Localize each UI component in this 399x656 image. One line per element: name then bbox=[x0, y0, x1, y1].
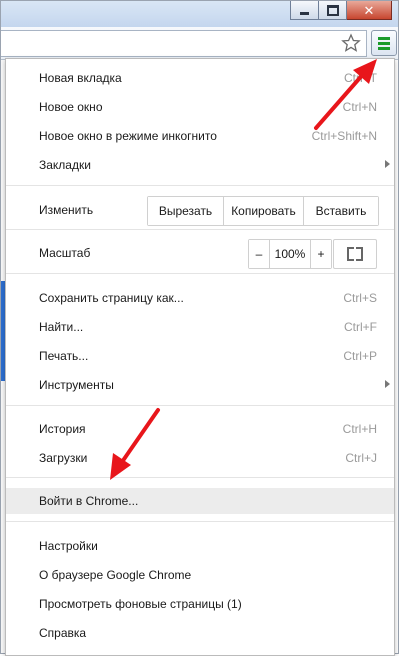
zoom-level: 100% bbox=[269, 240, 310, 268]
menu-item-sign-in[interactable]: Войти в Chrome... bbox=[6, 488, 394, 514]
edit-button-group: Вырезать Копировать Вставить bbox=[147, 196, 379, 226]
menu-item-label: История bbox=[39, 422, 86, 436]
menu-item-label: Новая вкладка bbox=[39, 71, 122, 85]
hamburger-menu-icon-line bbox=[378, 41, 390, 45]
hamburger-menu-icon-line bbox=[378, 46, 390, 50]
menu-separator bbox=[6, 477, 394, 478]
menu-item-shortcut: Ctrl+J bbox=[345, 451, 377, 465]
menu-item-label: Инструменты bbox=[39, 378, 114, 392]
menu-item-shortcut: Ctrl+T bbox=[344, 71, 377, 85]
menu-item-label: Печать... bbox=[39, 349, 89, 363]
menu-item-downloads[interactable]: Загрузки Ctrl+J bbox=[6, 445, 394, 471]
menu-item-label: Изменить bbox=[39, 203, 94, 217]
zoom-out-button[interactable]: – bbox=[249, 240, 269, 268]
menu-item-help[interactable]: Справка bbox=[6, 620, 394, 646]
menu-item-label: Найти... bbox=[39, 320, 84, 334]
menu-item-label: Настройки bbox=[39, 539, 98, 553]
menu-separator bbox=[6, 229, 394, 230]
menu-item-shortcut: Ctrl+H bbox=[342, 422, 377, 436]
copy-button[interactable]: Копировать bbox=[223, 197, 303, 225]
menu-item-find[interactable]: Найти... Ctrl+F bbox=[6, 314, 394, 340]
hamburger-menu-icon bbox=[378, 36, 390, 40]
minimize-button[interactable] bbox=[290, 1, 319, 20]
close-icon: ✕ bbox=[363, 2, 375, 18]
zoom-controls: – 100% + bbox=[248, 239, 332, 269]
chrome-menu-button[interactable] bbox=[371, 30, 397, 56]
paste-button[interactable]: Вставить bbox=[303, 197, 378, 225]
menu-item-about[interactable]: О браузере Google Chrome bbox=[6, 562, 394, 588]
menu-item-bookmarks[interactable]: Закладки bbox=[6, 152, 394, 178]
menu-separator bbox=[6, 405, 394, 406]
maximize-icon bbox=[326, 4, 339, 16]
menu-item-label: Закладки bbox=[39, 158, 91, 172]
browser-toolbar bbox=[1, 27, 398, 60]
maximize-button[interactable] bbox=[319, 1, 347, 20]
menu-item-incognito[interactable]: Новое окно в режиме инкогнито Ctrl+Shift… bbox=[6, 123, 394, 149]
menu-item-label: Войти в Chrome... bbox=[39, 494, 139, 508]
menu-item-label: Справка bbox=[39, 626, 87, 640]
menu-item-history[interactable]: История Ctrl+H bbox=[6, 416, 394, 442]
fullscreen-icon-corner bbox=[356, 247, 363, 254]
menu-item-shortcut: Ctrl+N bbox=[342, 100, 377, 114]
menu-item-label: Новое окно bbox=[39, 100, 103, 114]
close-button[interactable]: ✕ bbox=[347, 1, 392, 20]
menu-separator bbox=[6, 521, 394, 522]
minimize-icon bbox=[300, 11, 309, 15]
fullscreen-icon-corner bbox=[347, 254, 354, 261]
menu-item-settings[interactable]: Настройки bbox=[6, 533, 394, 559]
menu-item-label: Загрузки bbox=[39, 451, 88, 465]
submenu-arrow-icon bbox=[385, 160, 390, 168]
zoom-in-button[interactable]: + bbox=[310, 240, 331, 268]
address-bar[interactable] bbox=[1, 30, 367, 57]
menu-item-background-pages[interactable]: Просмотреть фоновые страницы (1) bbox=[6, 591, 394, 617]
menu-item-new-window[interactable]: Новое окно Ctrl+N bbox=[6, 94, 394, 120]
menu-item-print[interactable]: Печать... Ctrl+P bbox=[6, 343, 394, 369]
chrome-menu: Новая вкладка Ctrl+T Новое окно Ctrl+N Н… bbox=[5, 58, 395, 656]
menu-item-label: Сохранить страницу как... bbox=[39, 291, 184, 305]
menu-item-label: Просмотреть фоновые страницы (1) bbox=[39, 597, 242, 611]
menu-item-label: Новое окно в режиме инкогнито bbox=[39, 129, 217, 143]
menu-item-shortcut: Ctrl+P bbox=[343, 349, 377, 363]
fullscreen-icon-corner bbox=[356, 254, 363, 261]
menu-item-shortcut: Ctrl+S bbox=[343, 291, 377, 305]
menu-separator bbox=[6, 273, 394, 274]
menu-item-shortcut: Ctrl+Shift+N bbox=[311, 129, 377, 143]
menu-item-label: О браузере Google Chrome bbox=[39, 568, 192, 582]
star-icon[interactable] bbox=[341, 33, 361, 53]
menu-separator bbox=[6, 185, 394, 186]
window-controls: ✕ bbox=[290, 1, 392, 20]
menu-item-shortcut: Ctrl+F bbox=[344, 320, 377, 334]
fullscreen-icon bbox=[347, 247, 354, 254]
menu-item-label: Масштаб bbox=[39, 246, 91, 260]
title-bar: ✕ bbox=[1, 1, 398, 27]
submenu-arrow-icon bbox=[385, 380, 390, 388]
menu-item-tools[interactable]: Инструменты bbox=[6, 372, 394, 398]
fullscreen-button[interactable] bbox=[333, 239, 377, 269]
cut-button[interactable]: Вырезать bbox=[148, 197, 223, 225]
menu-item-new-tab[interactable]: Новая вкладка Ctrl+T bbox=[6, 65, 394, 91]
menu-item-save-page[interactable]: Сохранить страницу как... Ctrl+S bbox=[6, 285, 394, 311]
